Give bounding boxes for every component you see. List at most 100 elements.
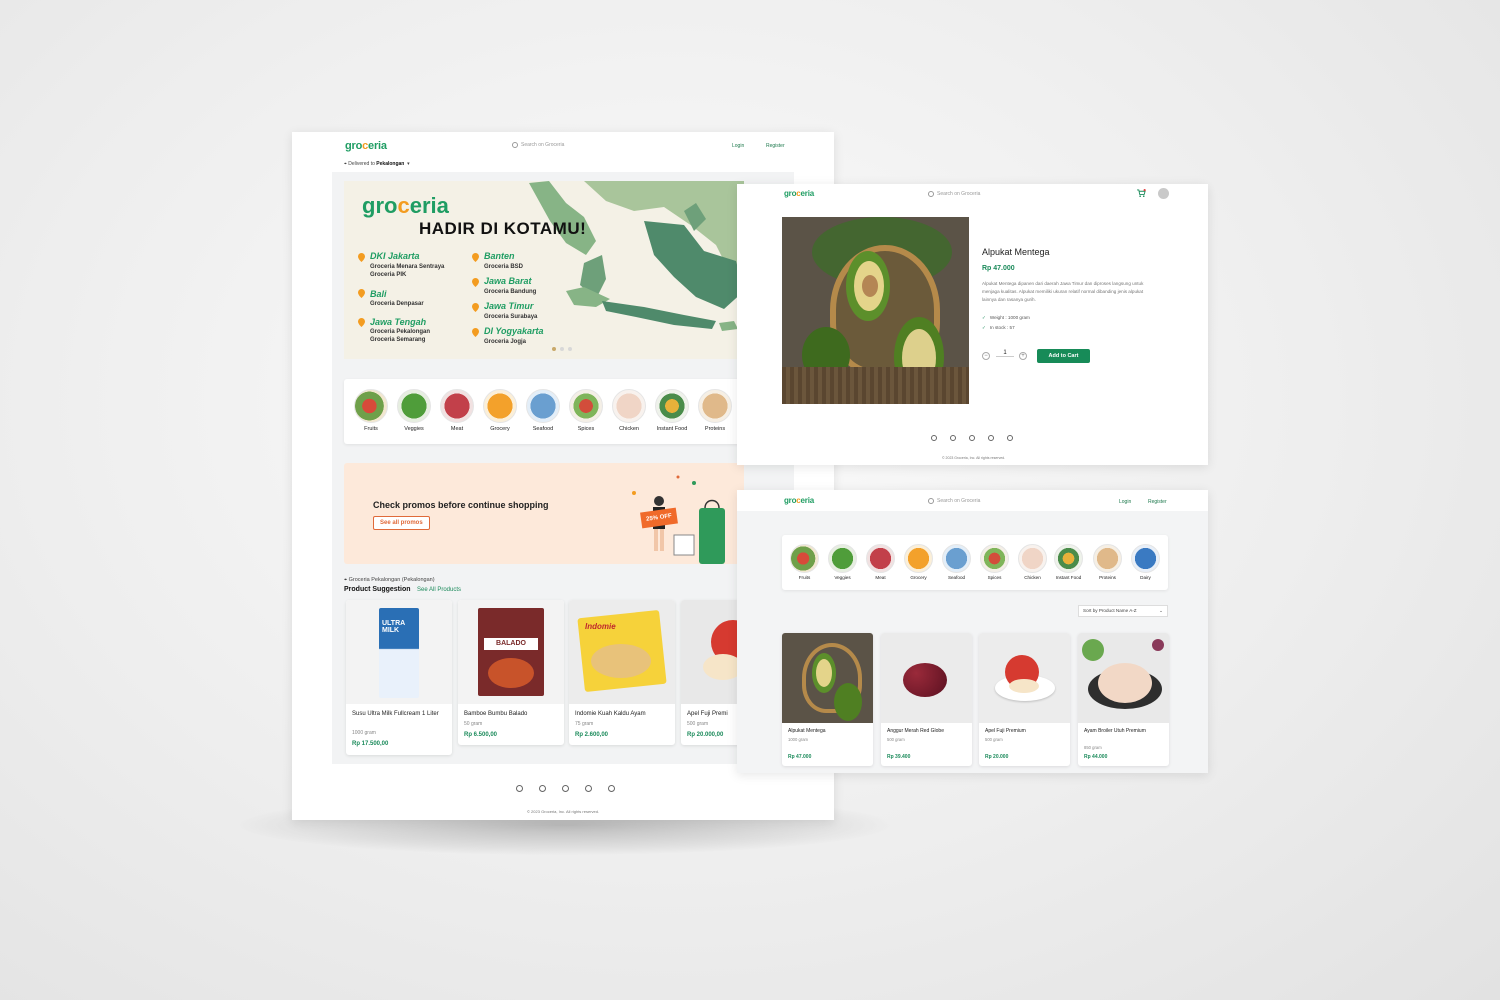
product-price: Rp 47.000 xyxy=(788,754,812,760)
location-pin-icon: ⌖ xyxy=(344,161,347,167)
search-bar[interactable]: Search on Groceria xyxy=(928,498,980,504)
product-suggestion-title: Product Suggestion xyxy=(344,586,411,593)
product-card[interactable]: Anggur Merah Red Globe 500 gram Rp 39.40… xyxy=(881,633,972,766)
category-fruits[interactable]: Fruits xyxy=(354,389,388,432)
instagram-icon[interactable] xyxy=(950,435,956,441)
facebook-icon[interactable] xyxy=(931,435,937,441)
see-all-products-link[interactable]: See All Products xyxy=(417,587,461,593)
product-card[interactable]: Apel Fuji Premium 500 gram Rp 20.000 xyxy=(979,633,1070,766)
check-icon: ✓ xyxy=(982,315,986,320)
banner-city: Jawa Barat xyxy=(484,276,532,286)
category-veggies[interactable]: Veggies xyxy=(397,389,431,432)
delivery-location[interactable]: ⌖ Delivered to Pekalongan ▾ xyxy=(344,161,410,167)
product-name: Susu Ultra Milk Fullcream 1 Liter xyxy=(352,711,439,717)
location-pin-icon xyxy=(472,328,479,337)
product-card[interactable]: Ayam Broiler Utuh Premium 850 gram Rp 44… xyxy=(1078,633,1169,766)
product-card[interactable]: ULTRA MILK Susu Ultra Milk Fullcream 1 Li… xyxy=(346,600,452,755)
facebook-icon[interactable] xyxy=(516,785,523,792)
banner-stores: Groceria Jogja xyxy=(484,339,527,345)
category-grocery[interactable]: Grocery xyxy=(904,544,933,580)
increase-quantity-button[interactable]: + xyxy=(1019,352,1027,360)
promo-title: Check promos before continue shopping xyxy=(373,500,549,510)
groceria-logo[interactable]: groceria xyxy=(345,140,387,152)
social-links xyxy=(931,435,1013,441)
product-title: Alpukat Mentega xyxy=(982,247,1050,257)
add-to-cart-button[interactable]: Add to Cart xyxy=(1037,349,1090,363)
search-icon xyxy=(928,191,934,197)
twitter-icon[interactable] xyxy=(969,435,975,441)
search-bar[interactable]: Search on Groceria xyxy=(512,142,564,148)
youtube-icon[interactable] xyxy=(1007,435,1013,441)
login-link[interactable]: Login xyxy=(732,143,744,149)
see-all-promos-button[interactable]: See all promos xyxy=(373,516,430,530)
hero-banner[interactable]: groceria HADIR DI KOTAMU! DKI Jakarta Gr… xyxy=(344,181,744,359)
github-icon[interactable] xyxy=(585,785,592,792)
product-image xyxy=(782,633,873,723)
category-spices[interactable]: Spices xyxy=(980,544,1009,580)
category-instant-food[interactable]: Instant Food xyxy=(655,389,689,432)
category-seafood[interactable]: Seafood xyxy=(942,544,971,580)
chevron-down-icon: ▾ xyxy=(405,161,410,167)
twitter-icon[interactable] xyxy=(562,785,569,792)
copyright: © 2023 Groceria, Inc. All rights reserve… xyxy=(527,809,600,814)
carousel-dots[interactable] xyxy=(552,347,572,351)
category-dairy[interactable]: Dairy xyxy=(1131,544,1160,580)
store-label[interactable]: ⌖ Groceria Pekalongan (Pekalongan) xyxy=(344,577,435,584)
category-proteins[interactable]: Proteins xyxy=(698,389,732,432)
location-pin-icon xyxy=(472,278,479,287)
search-bar[interactable]: Search on Groceria xyxy=(928,191,980,197)
product-weight: 500 gram xyxy=(687,721,709,727)
category-seafood[interactable]: Seafood xyxy=(526,389,560,432)
category-meat[interactable]: Meat xyxy=(866,544,895,580)
github-icon[interactable] xyxy=(988,435,994,441)
product-detail-mockup: groceria Search on Groceria Alpukat Ment… xyxy=(737,184,1208,465)
category-bar: Fruits Veggies Meat Grocery Seafood Spic… xyxy=(344,379,744,444)
banner-city: DKI Jakarta xyxy=(370,251,420,261)
banner-stores: Groceria Pekalongan Groceria Semarang xyxy=(370,329,431,343)
product-image xyxy=(881,633,972,723)
product-name: Alpukat Mentega xyxy=(788,728,826,734)
category-spices[interactable]: Spices xyxy=(569,389,603,432)
product-weight: 500 gram xyxy=(985,737,1003,742)
category-meat[interactable]: Meat xyxy=(440,389,474,432)
location-pin-icon xyxy=(358,253,365,262)
banner-stores: Groceria Surabaya xyxy=(484,314,538,320)
category-instant-food[interactable]: Instant Food xyxy=(1054,544,1083,580)
product-card[interactable]: Alpukat Mentega 1000 gram Rp 47.000 xyxy=(782,633,873,766)
cart-icon[interactable] xyxy=(1137,189,1146,198)
quantity-input[interactable]: 1 xyxy=(996,350,1014,357)
product-description: Alpukat Mentega dipanen dari daerah Jawa… xyxy=(982,281,1144,302)
category-proteins[interactable]: Proteins xyxy=(1093,544,1122,580)
register-link[interactable]: Register xyxy=(766,143,785,149)
category-veggies[interactable]: Veggies xyxy=(828,544,857,580)
banner-stores: Groceria Menara Sentraya Groceria PIK xyxy=(370,264,445,278)
location-pin-icon xyxy=(358,318,365,327)
product-card[interactable]: Indomie Indomie Kuah Kaldu Ayam 75 gram … xyxy=(569,600,675,745)
location-pin-icon xyxy=(472,253,479,262)
product-name: Indomie Kuah Kaldu Ayam xyxy=(575,711,646,717)
user-avatar[interactable] xyxy=(1158,188,1169,199)
decrease-quantity-button[interactable]: − xyxy=(982,352,990,360)
check-icon: ✓ xyxy=(982,325,986,330)
youtube-icon[interactable] xyxy=(608,785,615,792)
banner-stores: Groceria Denpasar xyxy=(370,301,424,307)
search-icon xyxy=(928,498,934,504)
category-fruits[interactable]: Fruits xyxy=(790,544,819,580)
register-link[interactable]: Register xyxy=(1148,499,1167,505)
search-icon xyxy=(512,142,518,148)
category-chicken[interactable]: Chicken xyxy=(1018,544,1047,580)
product-card[interactable]: BALADO Bamboe Bumbu Balado 50 gram Rp 6.… xyxy=(458,600,564,745)
product-image: BALADO xyxy=(458,600,564,704)
product-weight: 75 gram xyxy=(575,721,594,727)
product-name: Apel Fuji Premi xyxy=(687,711,728,717)
groceria-logo[interactable]: groceria xyxy=(784,189,814,198)
login-link[interactable]: Login xyxy=(1119,499,1131,505)
instagram-icon[interactable] xyxy=(539,785,546,792)
product-name: Ayam Broiler Utuh Premium xyxy=(1084,728,1146,734)
sort-dropdown[interactable]: Sort by Product Name A-Z ⌄ xyxy=(1078,605,1168,617)
groceria-logo[interactable]: groceria xyxy=(784,496,814,505)
location-pin-icon xyxy=(358,289,365,298)
category-grocery[interactable]: Grocery xyxy=(483,389,517,432)
product-image xyxy=(1078,633,1169,723)
category-chicken[interactable]: Chicken xyxy=(612,389,646,432)
